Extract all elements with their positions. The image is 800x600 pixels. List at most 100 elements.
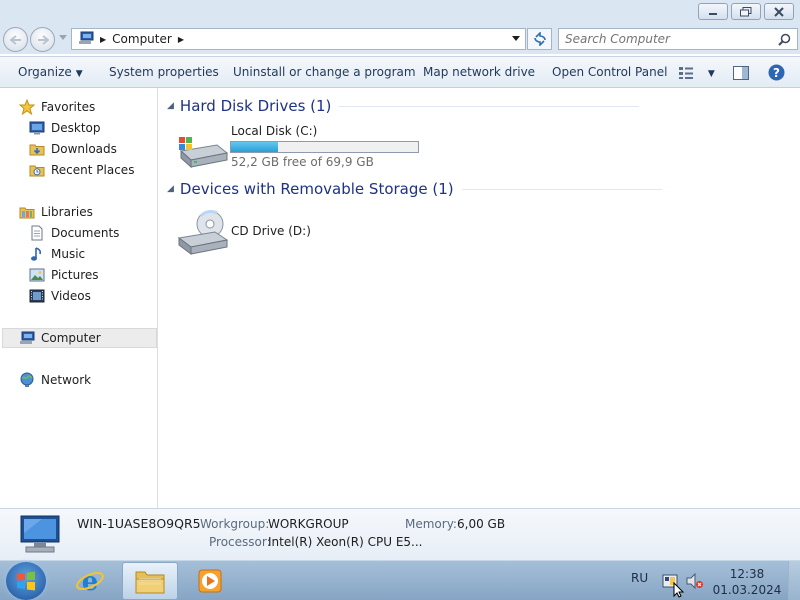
minimize-icon — [709, 12, 717, 15]
address-bar[interactable]: ▶ Computer ▶ — [71, 28, 526, 50]
group-header-hard-disk-drives[interactable]: ◢ Hard Disk Drives (1) — [167, 97, 640, 115]
taskbar-media-player[interactable] — [182, 562, 238, 600]
recent-pages-dropdown-icon[interactable] — [59, 35, 67, 41]
nav-item-desktop[interactable]: Desktop — [29, 118, 101, 138]
nav-item-pictures[interactable]: Pictures — [29, 265, 99, 285]
back-arrow-icon — [9, 34, 21, 45]
processor-value: Intel(R) Xeon(R) CPU E5... — [268, 535, 423, 549]
svg-text:e: e — [82, 567, 99, 596]
nav-item-label: Downloads — [51, 142, 117, 156]
minimize-button[interactable] — [698, 3, 728, 20]
show-desktop-button[interactable] — [788, 561, 800, 600]
windows-logo-icon — [17, 571, 35, 591]
forward-arrow-icon — [37, 34, 49, 45]
internet-explorer-icon: e — [76, 567, 104, 596]
search-box[interactable] — [558, 28, 798, 50]
svg-text:?: ? — [773, 66, 780, 80]
preview-pane-icon — [733, 65, 749, 80]
computer-icon — [78, 31, 94, 48]
group-divider — [339, 105, 640, 107]
uninstall-program-button[interactable]: Uninstall or change a program — [233, 57, 416, 88]
disk-usage-fill — [231, 142, 279, 152]
group-header-removable-storage[interactable]: ◢ Devices with Removable Storage (1) — [167, 180, 662, 198]
search-input[interactable] — [559, 32, 769, 46]
drive-cd-d[interactable]: CD Drive (D:) — [177, 208, 447, 258]
nav-libraries-label: Libraries — [41, 205, 93, 219]
clock[interactable]: 12:38 01.03.2024 — [712, 566, 782, 598]
computer-icon — [20, 515, 60, 553]
libraries-icon — [19, 204, 35, 220]
computer-icon — [19, 330, 35, 346]
taskbar-windows-explorer[interactable] — [122, 562, 178, 600]
media-player-icon — [198, 569, 222, 593]
nav-network[interactable]: Network — [19, 370, 91, 390]
help-button[interactable]: ? — [768, 57, 785, 88]
command-bar: Organize ▼ System properties Uninstall or… — [0, 56, 800, 88]
chevron-down-icon: ▼ — [707, 69, 715, 79]
memory-label: Memory: — [405, 517, 457, 531]
nav-item-videos[interactable]: Videos — [29, 286, 91, 306]
collapse-triangle-icon[interactable]: ◢ — [167, 184, 174, 194]
recent-places-icon — [29, 162, 45, 178]
pictures-icon — [29, 267, 45, 283]
nav-item-downloads[interactable]: Downloads — [29, 139, 117, 159]
close-button[interactable] — [764, 3, 794, 20]
speaker-muted-icon[interactable] — [686, 573, 704, 589]
nav-item-music[interactable]: Music — [29, 244, 85, 264]
desktop-icon — [29, 120, 45, 136]
refresh-icon — [533, 32, 546, 46]
back-button[interactable] — [3, 27, 28, 52]
taskbar-internet-explorer[interactable]: e — [62, 562, 118, 600]
taskbar: e RU 12:38 01.03.2024 — [0, 560, 800, 600]
drive-name: Local Disk (C:) — [231, 124, 318, 138]
input-language[interactable]: RU — [631, 571, 648, 585]
collapse-triangle-icon[interactable]: ◢ — [167, 101, 174, 111]
breadcrumb-computer[interactable]: Computer — [112, 32, 172, 46]
change-view-button[interactable]: ▼ — [678, 57, 715, 88]
organize-label: Organize — [18, 65, 72, 79]
restore-button[interactable] — [731, 3, 761, 20]
organize-button[interactable]: Organize ▼ — [18, 57, 83, 88]
nav-libraries[interactable]: Libraries — [19, 202, 93, 222]
clock-date: 01.03.2024 — [712, 583, 782, 597]
memory-value: 6,00 GB — [457, 517, 506, 531]
refresh-button[interactable] — [527, 28, 552, 50]
drive-name: CD Drive (D:) — [231, 224, 311, 238]
address-dropdown-icon[interactable] — [512, 36, 520, 42]
nav-item-label: Recent Places — [51, 163, 135, 177]
nav-item-label: Documents — [51, 226, 120, 240]
open-control-panel-button[interactable]: Open Control Panel — [552, 57, 667, 88]
view-options-icon — [679, 66, 693, 79]
preview-pane-button[interactable] — [733, 57, 749, 88]
system-properties-button[interactable]: System properties — [109, 57, 219, 88]
star-icon — [19, 99, 35, 115]
network-icon — [19, 372, 35, 388]
title-bar — [0, 0, 800, 24]
nav-favorites-label: Favorites — [41, 100, 96, 114]
nav-item-documents[interactable]: Documents — [29, 223, 119, 243]
help-icon: ? — [768, 64, 785, 81]
nav-favorites[interactable]: Favorites — [19, 97, 95, 117]
folder-icon — [135, 571, 165, 594]
nav-item-recent-places[interactable]: Recent Places — [29, 160, 134, 180]
breadcrumb-separator-icon[interactable]: ▶ — [100, 35, 106, 44]
mouse-cursor-icon — [673, 582, 685, 598]
group-divider — [461, 188, 662, 190]
nav-computer-label: Computer — [41, 331, 101, 345]
forward-button[interactable] — [30, 27, 55, 52]
search-icon[interactable] — [778, 33, 791, 46]
workgroup-value: WORKGROUP — [268, 517, 349, 531]
nav-item-label: Pictures — [51, 268, 99, 282]
map-network-drive-button[interactable]: Map network drive — [423, 57, 535, 88]
downloads-folder-icon — [29, 141, 45, 157]
start-button[interactable] — [6, 562, 46, 600]
group-title: Devices with Removable Storage (1) — [179, 180, 454, 198]
nav-network-label: Network — [41, 373, 92, 387]
navigation-pane: Favorites Desktop Downloads Recent Place… — [0, 88, 158, 508]
music-note-icon — [29, 246, 45, 262]
drive-local-disk-c[interactable]: Local Disk (C:) 52,2 GB free of 69,9 GB — [177, 124, 447, 174]
breadcrumb-separator-icon[interactable]: ▶ — [178, 35, 184, 44]
restore-icon — [740, 6, 752, 16]
nav-item-label: Videos — [51, 289, 91, 303]
nav-computer[interactable]: Computer — [2, 328, 157, 348]
